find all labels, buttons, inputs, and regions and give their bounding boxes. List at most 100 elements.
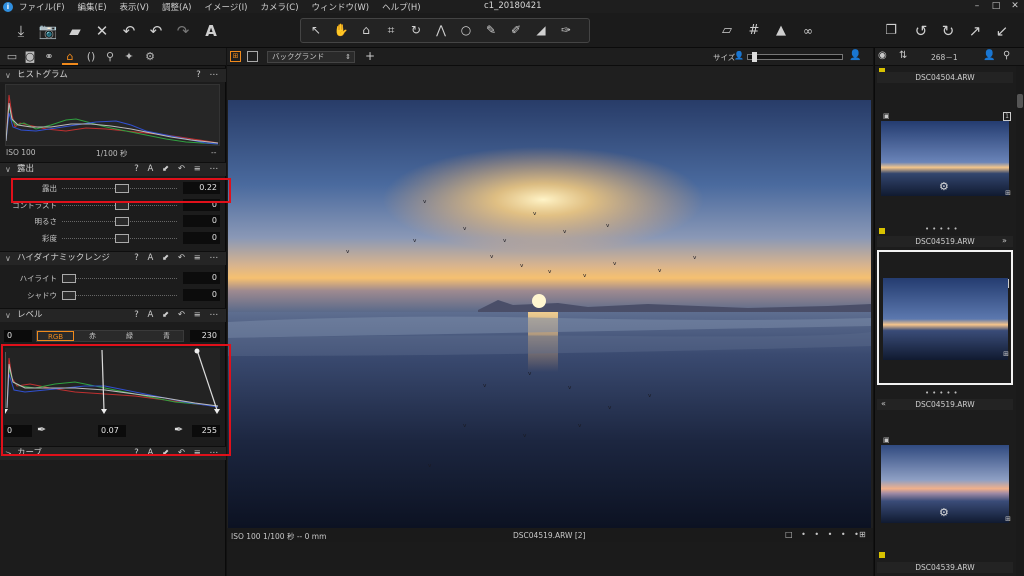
thumbnail-item[interactable]: ▣ 1 ⚙ ⊞ (877, 109, 1013, 201)
thumbnail-size-slider[interactable] (747, 52, 843, 62)
brush-icon[interactable]: ✎ (480, 21, 502, 40)
shadow-slider-row[interactable]: シャドウ 0 (0, 288, 226, 303)
highlight-slider-row[interactable]: ハイライト 0 (0, 271, 226, 286)
alert-icon[interactable]: ▲ (770, 20, 792, 42)
thumbnail-image[interactable] (883, 278, 1008, 360)
grid-toggle-icon[interactable]: ⊞ (859, 530, 866, 539)
image-viewer[interactable]: ᵛᵛᵛ ᵛᵛᵛ ᵛᵛᵛ ᵛᵛᵛ ᵛᵛᵛ ᵛᵛᵛ ᵛᵛᵛ ᵛᵛᵛ (227, 66, 873, 528)
slider-knob[interactable] (62, 291, 76, 300)
export-folder-icon[interactable]: ▰ (64, 20, 86, 42)
menu-camera[interactable]: カメラ(C) (260, 1, 298, 13)
brightness-slider-row[interactable]: 明るさ 0 (0, 214, 226, 229)
capture-icon[interactable]: ◙ (22, 49, 38, 65)
multi-view-icon[interactable]: ⊞ (230, 51, 241, 62)
library-icon[interactable]: ▭ (4, 49, 20, 65)
channel-selector[interactable]: RGB 赤 緑 青 (36, 330, 184, 342)
camera-icon[interactable]: 📷 (37, 20, 59, 42)
highlight-value[interactable]: 0 (183, 272, 220, 284)
stack-icon[interactable]: ❐ (880, 20, 902, 42)
hdr-header[interactable]: ∨ ハイダイナミックレンジ ? A ⬋ ↶ ≡ ⋯ (0, 251, 226, 265)
text-icon[interactable]: A (200, 20, 222, 42)
histogram-header[interactable]: ∨ ヒストグラム ? ⋯ (0, 68, 226, 82)
expand-icon[interactable]: ↗ (964, 20, 986, 42)
collapse-icon[interactable]: ↙ (991, 20, 1013, 42)
proof-icon[interactable]: ∞ (797, 20, 819, 42)
menu-image[interactable]: イメージ(I) (204, 1, 247, 13)
slider-track[interactable] (62, 295, 177, 296)
shadow-value[interactable]: 0 (183, 289, 220, 301)
rotate-left-icon[interactable]: ↺ (910, 20, 932, 42)
chevron-left-icon[interactable]: « (881, 399, 886, 408)
slider-knob[interactable] (114, 234, 129, 243)
keystone-icon[interactable]: ⋀ (430, 21, 452, 40)
channel-red[interactable]: 赤 (74, 331, 111, 341)
lens-icon[interactable]: () (83, 49, 99, 65)
levels-min-output[interactable]: 0 (4, 330, 32, 342)
crop-icon[interactable]: ⌗ (380, 21, 402, 40)
sort-icon[interactable]: ⇅ (899, 50, 907, 61)
levels-header[interactable]: ∨ レベル ? A ⬋ ↶ ≡ ⋯ (0, 308, 226, 322)
saturation-value[interactable]: 0 (183, 232, 220, 244)
levels-max-output[interactable]: 230 (190, 330, 220, 342)
gear-icon[interactable]: ⚙ (939, 180, 949, 193)
chevron-right-icon[interactable]: » (1002, 236, 1007, 245)
channel-blue[interactable]: 青 (148, 331, 185, 341)
menu-view[interactable]: 表示(V) (120, 1, 149, 13)
picker-icon[interactable]: ✑ (555, 21, 577, 40)
add-icon[interactable]: + (365, 49, 375, 63)
menu-adjust[interactable]: 調整(A) (162, 1, 191, 13)
delete-icon[interactable]: ✕ (91, 20, 113, 42)
details-icon[interactable]: ⚲ (102, 49, 118, 65)
menu-window[interactable]: ウィンドウ(W) (312, 1, 370, 13)
import-icon[interactable]: ⤓ (10, 20, 32, 42)
eye-icon[interactable]: ◉ (878, 50, 887, 61)
select-icon[interactable]: ↖ (305, 21, 327, 40)
rotate-right-icon[interactable]: ↻ (937, 20, 959, 42)
thumbnail-item-selected[interactable]: 2 ⊞ (877, 250, 1013, 385)
eraser-icon[interactable]: ✐ (505, 21, 527, 40)
exposure-tab-icon[interactable]: ⌂ (62, 49, 78, 65)
reset-icon[interactable]: ↶ (118, 20, 140, 42)
exposure-warning-icon[interactable]: ▱ (716, 20, 738, 42)
browser-scrollbar[interactable] (1016, 66, 1024, 576)
channel-rgb[interactable]: RGB (37, 331, 74, 341)
rotate-icon[interactable]: ↻ (405, 21, 427, 40)
search-icon[interactable]: ⚲ (1003, 50, 1010, 61)
adjust-icon[interactable]: ✦ (121, 49, 137, 65)
saturation-slider-row[interactable]: 彩度 0 (0, 231, 226, 246)
slider-knob[interactable] (62, 274, 76, 283)
thumb-rating[interactable]: ••••• (925, 389, 961, 397)
histogram-tools[interactable]: ? ⋯ (196, 69, 221, 82)
gear-icon[interactable]: ⚙ (939, 506, 949, 519)
close-icon[interactable]: ✕ (1006, 0, 1024, 13)
loupe-icon[interactable]: ⌂ (355, 21, 377, 40)
pan-icon[interactable]: ✋ (330, 21, 352, 40)
menu-help[interactable]: ヘルプ(H) (382, 1, 421, 13)
redo-icon[interactable]: ↷ (172, 20, 194, 42)
undo-icon[interactable]: ↶ (145, 20, 167, 42)
gradient-icon[interactable]: ◢ (530, 21, 552, 40)
menu-file[interactable]: ファイル(F) (19, 1, 65, 13)
rating-dots[interactable]: □ • • • • • (785, 530, 862, 539)
grid-icon[interactable]: # (743, 20, 765, 42)
thumbnail-item[interactable]: ▣ ⚙ ⊞ (877, 433, 1013, 533)
exposure-header[interactable]: ∨ 露出 ? A ⬋ ↶ ≡ ⋯ (0, 162, 226, 176)
settings-icon[interactable]: ⚙ (142, 49, 158, 65)
thumb-rating[interactable]: ••••• (925, 225, 961, 233)
single-view-icon[interactable] (247, 51, 258, 62)
slider-knob[interactable] (114, 217, 129, 226)
scrollbar-thumb[interactable] (1017, 94, 1023, 108)
levels-tools[interactable]: ? A ⬋ ↶ ≡ ⋯ (134, 309, 221, 322)
slider-track[interactable] (62, 278, 177, 279)
hdr-tools[interactable]: ? A ⬋ ↶ ≡ ⋯ (134, 252, 221, 265)
maximize-icon[interactable]: □ (987, 0, 1005, 13)
channel-green[interactable]: 緑 (111, 331, 148, 341)
main-photo[interactable]: ᵛᵛᵛ ᵛᵛᵛ ᵛᵛᵛ ᵛᵛᵛ ᵛᵛᵛ ᵛᵛᵛ ᵛᵛᵛ ᵛᵛᵛ (228, 100, 871, 528)
brightness-value[interactable]: 0 (183, 215, 220, 227)
background-select[interactable]: バックグランド ⇕ (267, 51, 355, 63)
size-slider-knob[interactable] (752, 52, 757, 62)
exposure-tools[interactable]: ? A ⬋ ↶ ≡ ⋯ (134, 163, 221, 176)
person-icon[interactable]: 👤 (983, 50, 995, 61)
minimize-icon[interactable]: – (968, 0, 986, 13)
menu-edit[interactable]: 編集(E) (78, 1, 107, 13)
